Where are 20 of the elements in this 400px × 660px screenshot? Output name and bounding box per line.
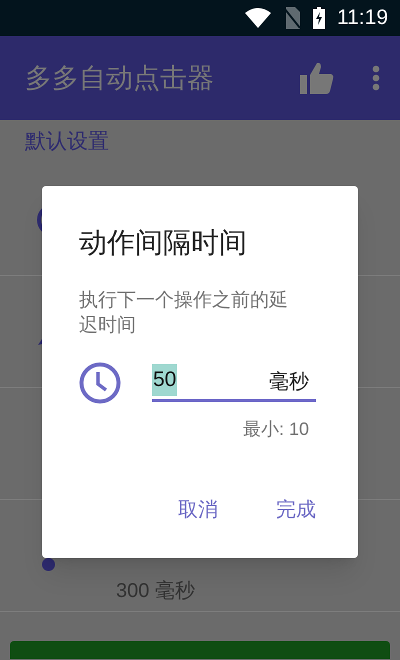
status-time: 11:19 [337, 5, 388, 32]
start-button[interactable] [10, 641, 390, 659]
unit-label: 毫秒 [269, 370, 310, 395]
battery-charging-icon [313, 7, 325, 29]
dot-icon [42, 558, 55, 571]
wifi-icon [245, 8, 271, 28]
app-title: 多多自动点击器 [25, 62, 215, 95]
setting-value: 300 毫秒 [116, 578, 195, 604]
input-field[interactable]: 50 毫秒 [152, 364, 316, 402]
more-options-icon[interactable] [372, 65, 380, 91]
hint-text: 最小: 10 [242, 418, 309, 441]
section-header: 默认设置 [25, 129, 109, 156]
clock-icon [79, 362, 121, 404]
done-button[interactable]: 完成 [256, 487, 336, 533]
cancel-button[interactable]: 取消 [158, 487, 238, 533]
dialog-title: 动作间隔时间 [79, 226, 248, 260]
input-value: 50 [152, 364, 178, 396]
dialog-message: 执行下一个操作之前的延迟时间 [79, 289, 289, 338]
thumbs-up-icon[interactable] [300, 62, 334, 94]
no-sim-icon [283, 7, 301, 29]
